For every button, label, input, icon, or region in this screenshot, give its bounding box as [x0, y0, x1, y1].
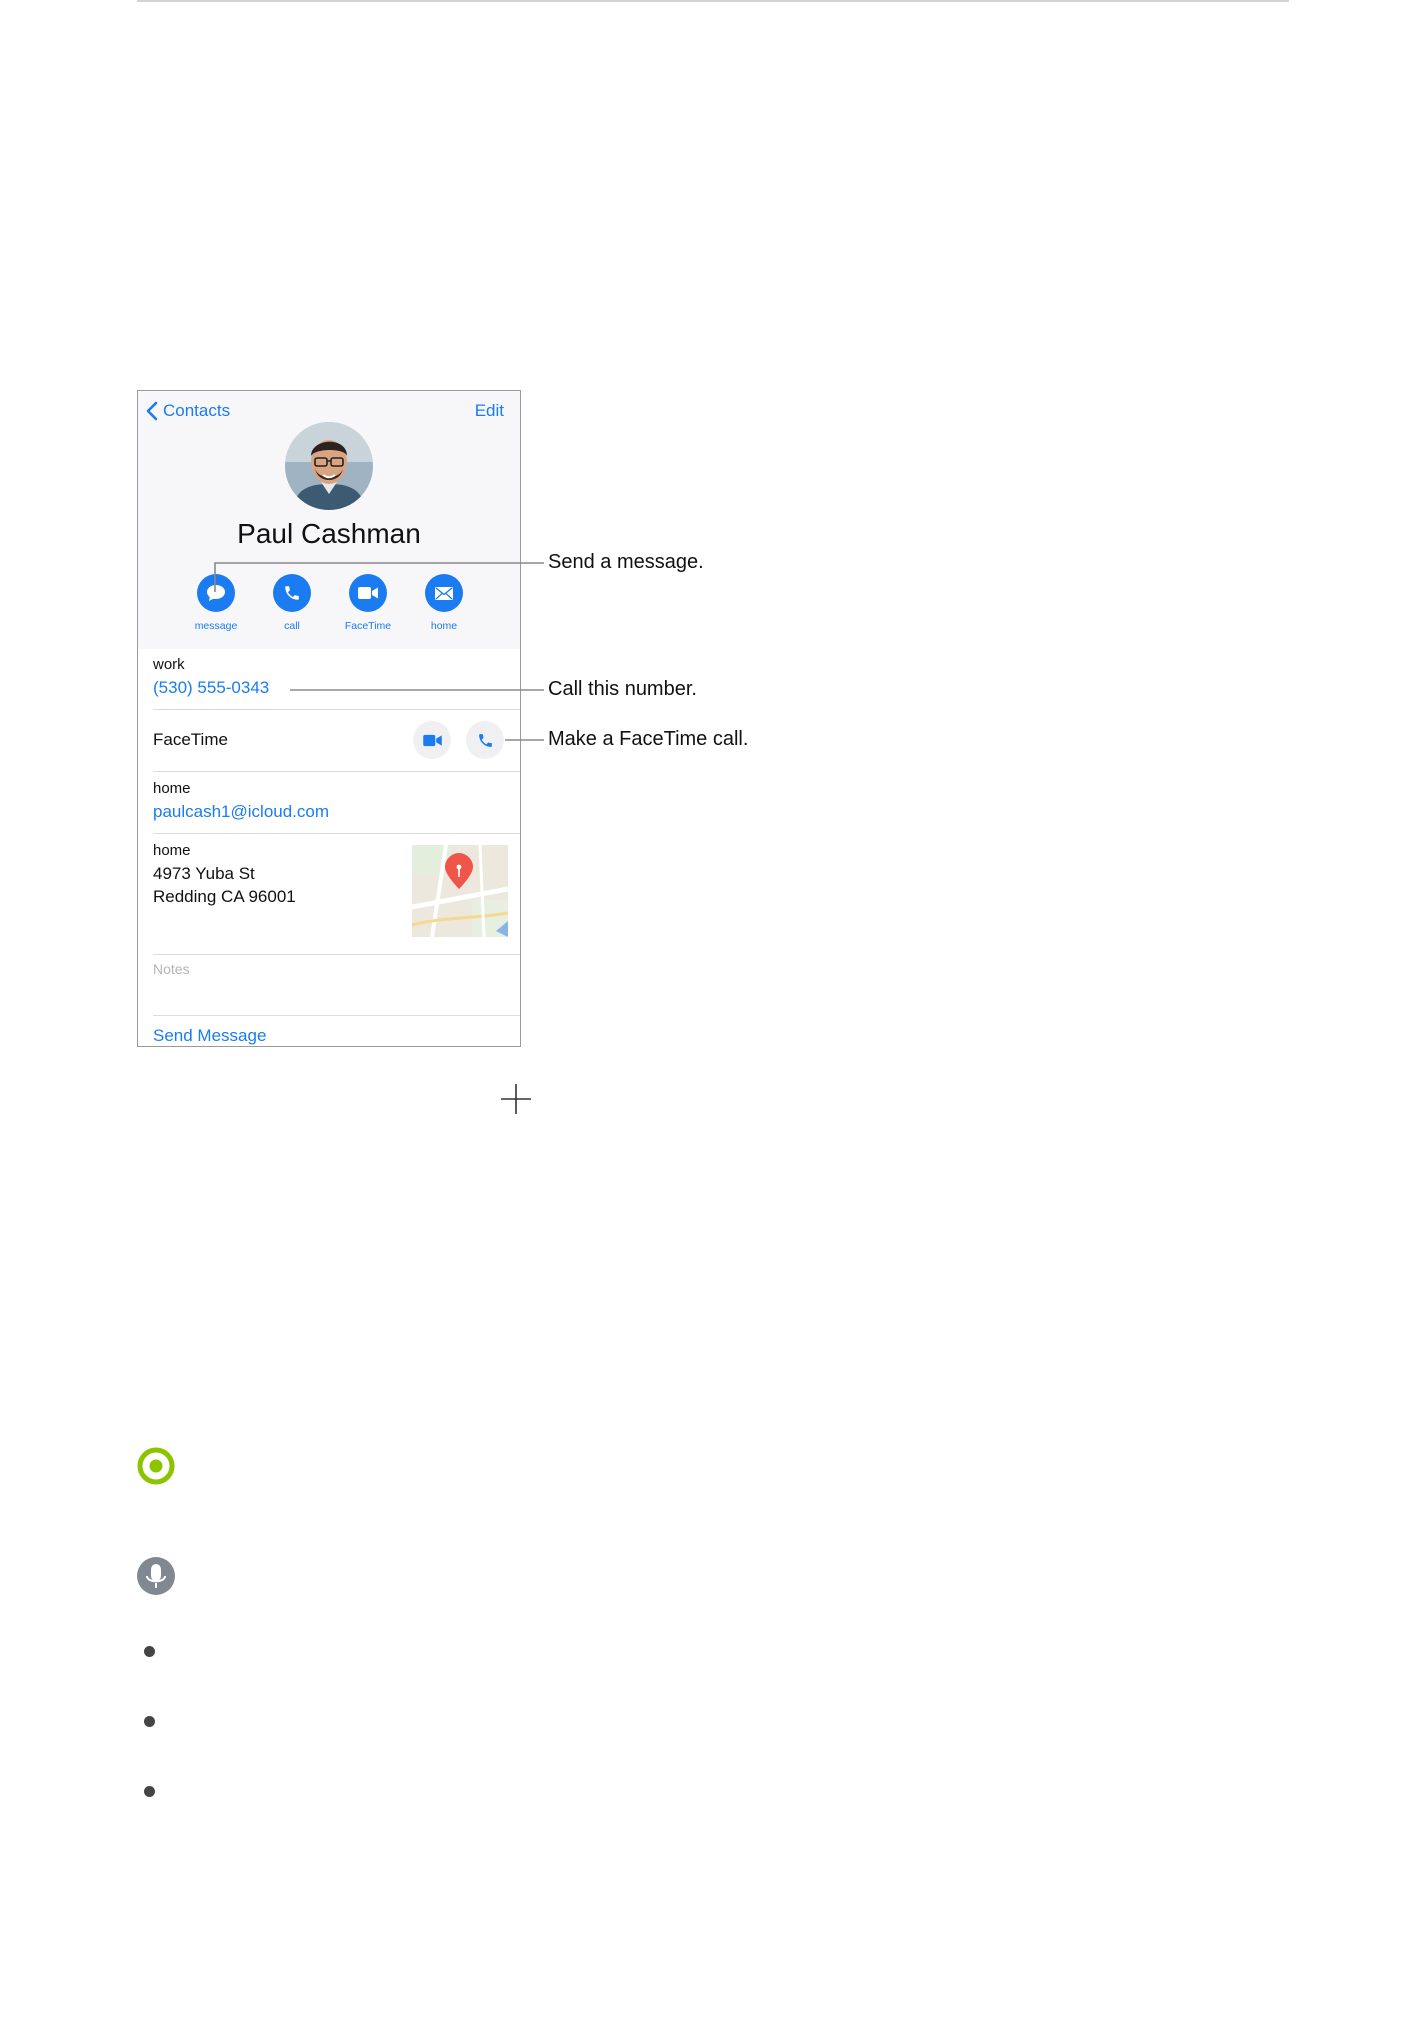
- callout-line-message: [214, 562, 544, 592]
- bullet-point: [144, 1786, 155, 1797]
- callout-facetime-call: Make a FaceTime call.: [548, 728, 749, 750]
- callout-send-message: Send a message.: [548, 551, 704, 573]
- tip-target-icon: [137, 1447, 175, 1485]
- callout-lines: [214, 562, 544, 741]
- bullet-point: [144, 1716, 155, 1727]
- bullet-point: [144, 1646, 155, 1657]
- crosshair-icon: [501, 1084, 531, 1114]
- siri-microphone-icon: [137, 1557, 175, 1595]
- callout-call-number: Call this number.: [548, 678, 697, 700]
